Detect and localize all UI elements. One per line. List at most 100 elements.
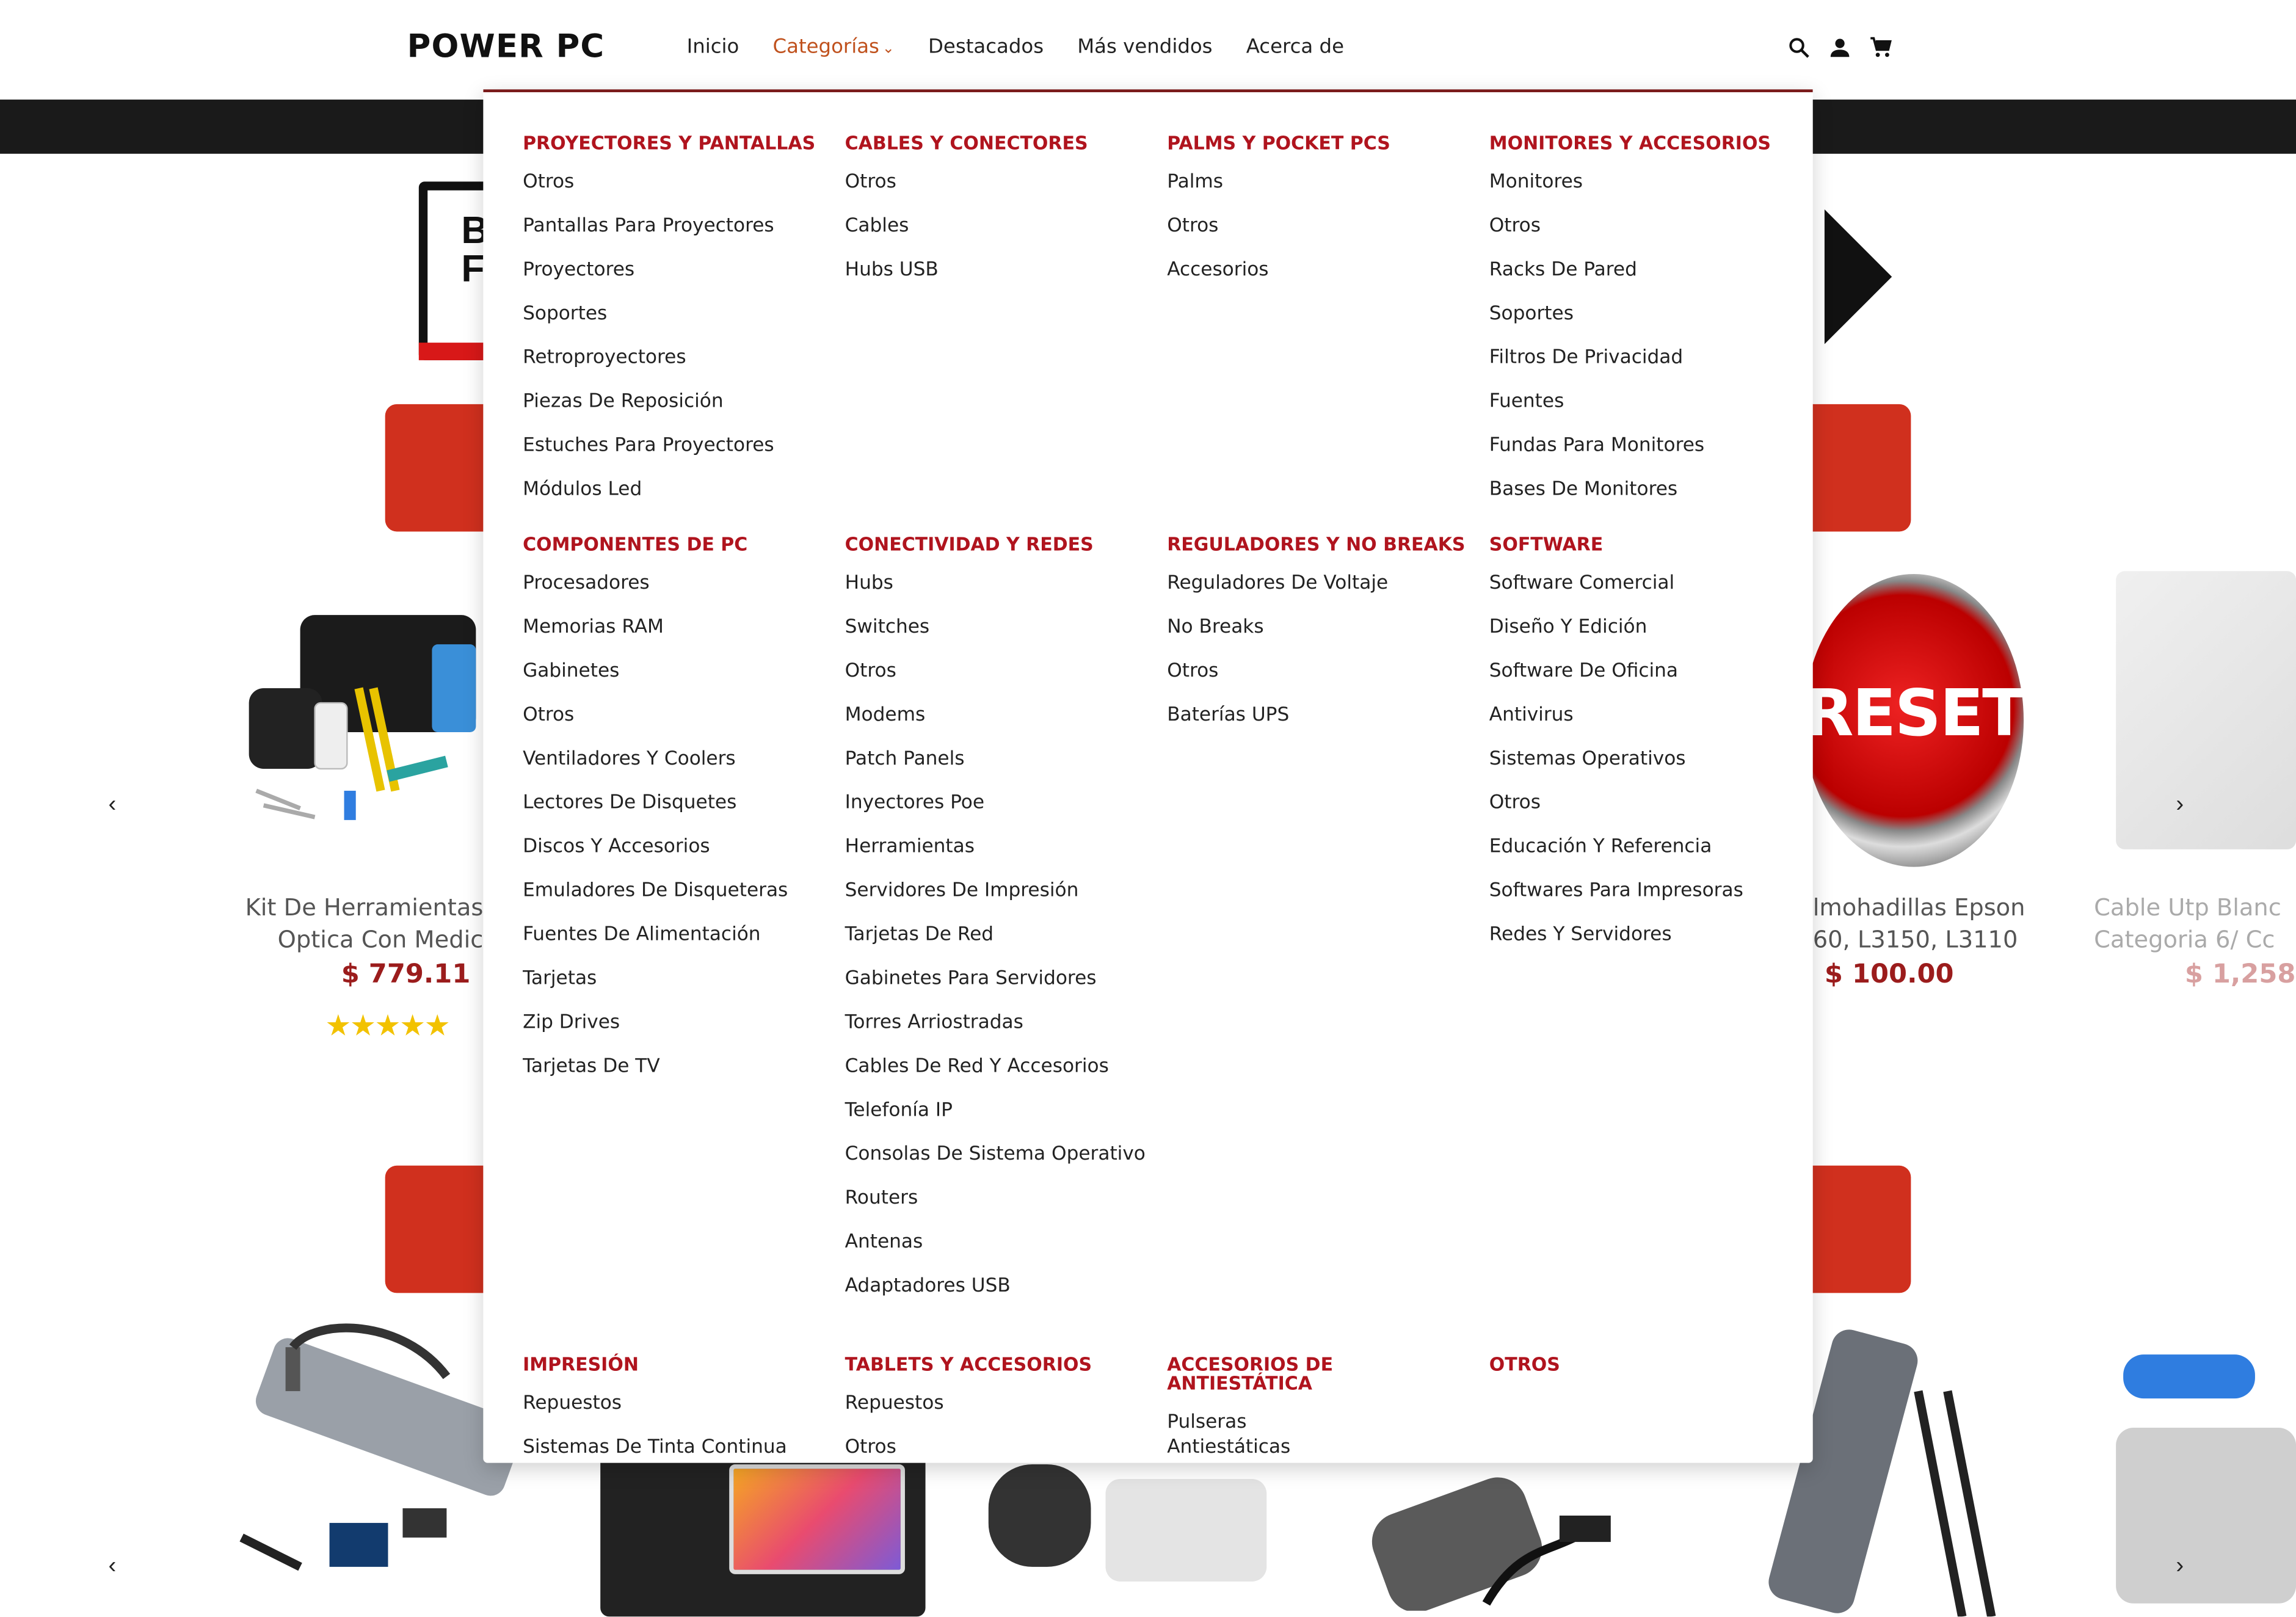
category-link[interactable]: Ventiladores Y Coolers (523, 747, 830, 772)
category-link[interactable]: Piezas De Reposición (523, 390, 830, 415)
category-link[interactable]: Softwares Para Impresoras (1489, 879, 1797, 904)
category-title[interactable]: ACCESORIOS DE ANTIESTÁTICA (1167, 1354, 1372, 1392)
category-link[interactable]: Gabinetes (523, 659, 830, 684)
category-link[interactable]: Fundas Para Monitores (1489, 434, 1797, 459)
product-image-roller[interactable] (988, 1464, 1282, 1611)
category-link[interactable]: Hubs USB (845, 258, 1153, 283)
category-link[interactable]: Monitores (1489, 170, 1797, 195)
category-title[interactable]: PROYECTORES Y PANTALLAS (523, 133, 830, 152)
category-link[interactable]: Pulseras Antiestáticas (1167, 1410, 1372, 1460)
category-link[interactable]: Torres Arriostradas (845, 1011, 1153, 1036)
category-link[interactable]: Tarjetas De TV (523, 1055, 830, 1080)
category-link[interactable]: Lectores De Disquetes (523, 791, 830, 816)
category-link[interactable]: Software De Oficina (1489, 659, 1797, 684)
nav-mas-vendidos[interactable]: Más vendidos (1077, 35, 1212, 59)
carousel-next-arrow[interactable]: › (2176, 1553, 2184, 1580)
category-link[interactable]: Tarjetas (523, 967, 830, 992)
product-image-usb3-drive[interactable] (2109, 1340, 2296, 1616)
category-link[interactable]: Repuestos (523, 1391, 830, 1416)
category-link[interactable]: Accesorios (1167, 258, 1475, 283)
search-icon[interactable] (1787, 35, 1812, 60)
category-link[interactable]: Otros (1167, 659, 1475, 684)
category-link[interactable]: Otros (1489, 214, 1797, 239)
category-link[interactable]: Otros (523, 703, 830, 728)
category-link[interactable]: Soportes (523, 302, 830, 327)
category-link[interactable]: No Breaks (1167, 615, 1475, 640)
category-link[interactable]: Patch Panels (845, 747, 1153, 772)
product-title[interactable]: Cable Utp Blanc Categoria 6/ Cc (2094, 892, 2296, 956)
category-link[interactable]: Inyectores Poe (845, 791, 1153, 816)
category-link[interactable]: Cables (845, 214, 1153, 239)
user-icon[interactable] (1828, 35, 1853, 60)
category-title[interactable]: SOFTWARE (1489, 534, 1797, 553)
category-link[interactable]: Otros (845, 170, 1153, 195)
product-image-tablet[interactable] (600, 1450, 926, 1617)
category-link[interactable]: Otros (1489, 791, 1797, 816)
category-link[interactable]: Modems (845, 703, 1153, 728)
category-title[interactable]: MONITORES Y ACCESORIOS (1489, 133, 1797, 152)
category-title[interactable]: TABLETS Y ACCESORIOS (845, 1354, 1153, 1373)
category-link[interactable]: Diseño Y Edición (1489, 615, 1797, 640)
category-link[interactable]: Memorias RAM (523, 615, 830, 640)
category-link[interactable]: Switches (845, 615, 1153, 640)
product-image-kit[interactable] (242, 600, 491, 835)
category-link[interactable]: Proyectores (523, 258, 830, 283)
category-link[interactable]: Routers (845, 1186, 1153, 1211)
category-link[interactable]: Racks De Pared (1489, 258, 1797, 283)
category-link[interactable]: Telefonía IP (845, 1099, 1153, 1124)
category-title[interactable]: REGULADORES Y NO BREAKS (1167, 534, 1475, 553)
category-link[interactable]: Bases De Monitores (1489, 478, 1797, 503)
category-link[interactable]: Palms (1167, 170, 1475, 195)
category-link[interactable]: Servidores De Impresión (845, 879, 1153, 904)
nav-destacados[interactable]: Destacados (928, 35, 1044, 59)
category-link[interactable]: Estuches Para Proyectores (523, 434, 830, 459)
category-title[interactable]: OTROS (1489, 1354, 1797, 1373)
category-link[interactable]: Repuestos (845, 1391, 1153, 1416)
category-link[interactable]: Discos Y Accesorios (523, 835, 830, 860)
category-link[interactable]: Soportes (1489, 302, 1797, 327)
category-title[interactable]: IMPRESIÓN (523, 1354, 830, 1373)
category-link[interactable]: Otros (523, 170, 830, 195)
category-link[interactable]: Herramientas (845, 835, 1153, 860)
carousel-next-arrow[interactable]: › (2176, 792, 2184, 818)
category-link[interactable]: Filtros De Privacidad (1489, 346, 1797, 371)
category-title[interactable]: COMPONENTES DE PC (523, 534, 830, 553)
category-link[interactable]: Consolas De Sistema Operativo (845, 1142, 1153, 1167)
category-link[interactable]: Tarjetas De Red (845, 923, 1153, 948)
category-link[interactable]: Reguladores De Voltaje (1167, 571, 1475, 596)
carousel-prev-arrow[interactable]: ‹ (108, 1553, 116, 1580)
category-link[interactable]: Software Comercial (1489, 571, 1797, 596)
category-link[interactable]: Gabinetes Para Servidores (845, 967, 1153, 992)
category-link[interactable]: Otros (845, 1435, 1153, 1460)
category-link[interactable]: Baterías UPS (1167, 703, 1475, 728)
category-link[interactable]: Educación Y Referencia (1489, 835, 1797, 860)
category-link[interactable]: Antivirus (1489, 703, 1797, 728)
category-title[interactable]: CONECTIVIDAD Y REDES (845, 534, 1153, 553)
product-image-cable[interactable] (2116, 571, 2296, 849)
product-image-reset[interactable]: RESET (1804, 574, 2026, 867)
nav-categorias[interactable]: Categorías ⌄ (773, 35, 895, 59)
carousel-prev-arrow[interactable]: ‹ (108, 792, 116, 818)
product-title[interactable]: lmohadillas Epson 60, L3150, L3110 (1813, 892, 2047, 956)
category-link[interactable]: Pantallas Para Proyectores (523, 214, 830, 239)
nav-inicio[interactable]: Inicio (687, 35, 739, 59)
category-link[interactable]: Sistemas Operativos (1489, 747, 1797, 772)
category-link[interactable]: Otros (1167, 214, 1475, 239)
product-title[interactable]: Kit De Herramientas Optica Con Medic (234, 892, 484, 956)
nav-acerca-de[interactable]: Acerca de (1246, 35, 1344, 59)
category-link[interactable]: Módulos Led (523, 478, 830, 503)
category-link[interactable]: Emuladores De Disqueteras (523, 879, 830, 904)
banner-next-arrow[interactable] (1824, 209, 1892, 344)
category-link[interactable]: Sistemas De Tinta Continua (523, 1435, 830, 1460)
category-link[interactable]: Adaptadores USB (845, 1274, 1153, 1299)
category-link[interactable]: Otros (845, 659, 1153, 684)
category-link[interactable]: Redes Y Servidores (1489, 923, 1797, 948)
cart-icon[interactable] (1869, 35, 1894, 60)
category-link[interactable]: Zip Drives (523, 1011, 830, 1036)
product-image-ssd-enclosure[interactable] (1369, 1464, 1633, 1611)
category-title[interactable]: PALMS Y POCKET PCS (1167, 133, 1475, 152)
category-link[interactable]: Retroproyectores (523, 346, 830, 371)
category-link[interactable]: Antenas (845, 1230, 1153, 1255)
category-title[interactable]: CABLES Y CONECTORES (845, 133, 1153, 152)
category-link[interactable]: Procesadores (523, 571, 830, 596)
